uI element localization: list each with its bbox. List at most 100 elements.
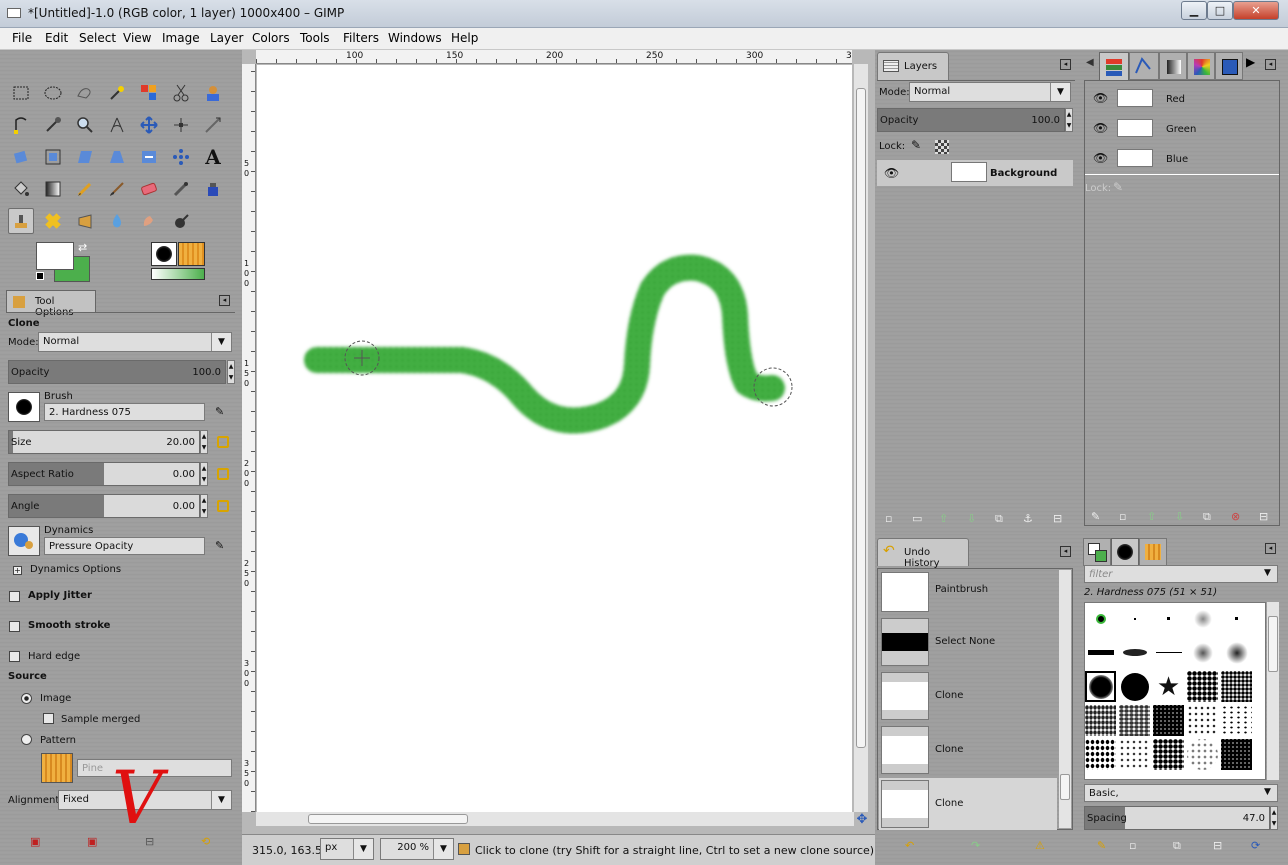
brush-cell[interactable] [1119,705,1150,736]
tab-scroll-right-icon[interactable]: ▶ [1246,55,1255,69]
chevron-down-icon[interactable]: ▼ [1264,568,1271,578]
menu-image[interactable]: Image [162,31,200,45]
sample-merged-checkbox[interactable] [43,713,54,724]
tab-layers-mini[interactable] [1099,52,1129,80]
dynamics-field[interactable]: Pressure Opacity [44,537,205,555]
brush-cell[interactable] [1221,705,1252,736]
new-channel-icon[interactable]: ▫ [1119,510,1126,523]
aspect-spinner[interactable]: ▲ ▼ [200,462,208,486]
color-picker-icon[interactable] [40,112,66,138]
lower-channel-icon[interactable]: ⇩ [1175,510,1184,523]
blend-icon[interactable] [40,176,66,202]
rotate-icon[interactable] [8,144,34,170]
pencil-icon[interactable] [72,176,98,202]
aspect-ratio-slider[interactable]: Aspect Ratio 0.00 [8,462,200,486]
menu-view[interactable]: View [123,31,151,45]
save-options-icon[interactable]: ▣ [30,835,40,848]
brush-grid-scrollbar[interactable] [1267,602,1279,780]
lock-alpha-icon[interactable] [935,140,949,154]
brush-cell-selected[interactable] [1085,671,1116,702]
tab-paths-mini[interactable] [1129,52,1159,80]
undo-item[interactable]: Clone [879,726,1057,776]
brush-cell[interactable] [1187,603,1218,634]
brush-cell[interactable] [1221,739,1252,770]
menu-filters[interactable]: Filters [343,31,379,45]
crop-icon[interactable] [200,112,226,138]
new-layer-icon[interactable]: ▫ [885,512,892,525]
active-pattern-icon[interactable] [178,242,205,266]
brush-cell[interactable] [1153,637,1184,668]
channel-row[interactable]: 👁 Red [1087,86,1277,112]
pattern-preview[interactable] [41,753,73,783]
duplicate-brush-icon[interactable]: ⧉ [1173,839,1181,853]
dodge-burn-icon[interactable] [168,208,194,234]
brush-cell[interactable] [1187,637,1218,668]
heal-icon[interactable] [40,208,66,234]
clone-icon[interactable] [8,208,34,234]
apply-jitter-checkbox[interactable] [9,591,20,602]
foreground-select-icon[interactable] [200,80,226,106]
new-brush-icon[interactable]: ▫ [1129,839,1136,852]
active-gradient-icon[interactable] [151,268,205,280]
layers-mode-select[interactable]: Normal ▼ [909,82,1071,102]
scissors-icon[interactable] [168,80,194,106]
raise-channel-icon[interactable]: ⇧ [1147,510,1156,523]
tab-fonts-mini[interactable] [1215,52,1243,80]
channel-row[interactable]: 👁 Green [1087,116,1277,142]
new-layer-group-icon[interactable]: ▭ [912,512,922,525]
menu-edit[interactable]: Edit [45,31,68,45]
menu-help[interactable]: Help [451,31,478,45]
duplicate-layer-icon[interactable]: ⧉ [995,512,1003,526]
vertical-scroll-thumb[interactable] [856,88,866,748]
edit-channel-icon[interactable]: ✎ [1091,510,1100,523]
layers-opacity-spinner[interactable]: ▲ ▼ [1065,108,1073,132]
edit-brush-icon[interactable]: ✎ [1097,839,1106,852]
channel-to-selection-icon[interactable]: ⊗ [1231,510,1240,523]
default-colors-icon[interactable] [36,272,44,280]
brush-cell[interactable] [1221,671,1252,702]
delete-brush-icon[interactable]: ⊟ [1213,839,1222,852]
paths-icon[interactable] [8,112,34,138]
brush-cell[interactable] [1153,603,1184,634]
tab-menu-icon[interactable]: ◂ [1060,59,1071,70]
layers-opacity-slider[interactable]: Opacity 100.0 [877,108,1065,132]
lower-layer-icon[interactable]: ⇩ [967,512,976,525]
edit-brush-icon[interactable]: ✎ [215,405,224,418]
navigate-icon[interactable]: ✥ [854,812,870,828]
brush-cell[interactable] [1153,739,1184,770]
reset-options-icon[interactable]: ⟲ [201,835,210,848]
free-select-icon[interactable] [72,80,98,106]
tab-brushes-mini[interactable] [1111,538,1139,566]
menu-colors[interactable]: Colors [252,31,290,45]
foreground-color-swatch[interactable] [36,242,74,270]
image-canvas[interactable] [257,65,852,812]
menu-windows[interactable]: Windows [388,31,442,45]
brush-cell[interactable] [1119,603,1150,634]
eraser-icon[interactable] [136,176,162,202]
restore-options-icon[interactable]: ▣ [87,835,97,848]
paintbrush-icon[interactable] [104,176,130,202]
horizontal-ruler[interactable]: 100 150 200 250 300 3 [256,50,852,64]
brush-cell[interactable] [1187,739,1218,770]
channel-row[interactable]: 👁 Blue [1087,146,1277,172]
brush-cell[interactable] [1085,705,1116,736]
maximize-button[interactable]: □ [1207,1,1233,20]
hard-edge-checkbox[interactable] [9,651,20,662]
brush-cell[interactable] [1085,603,1116,634]
airbrush-icon[interactable] [168,176,194,202]
brush-name-field[interactable]: 2. Hardness 075 [44,403,205,421]
horizontal-scrollbar[interactable] [256,812,854,826]
vertical-ruler[interactable]: 5 0 1 0 0 1 5 0 2 0 0 2 5 0 3 0 0 3 5 0 [242,64,256,812]
brush-cell[interactable] [1085,637,1116,668]
tab-scroll-left-icon[interactable]: ◀ [1086,57,1094,68]
undo-item[interactable]: Clone [879,672,1057,722]
angle-spinner[interactable]: ▲ ▼ [200,494,208,518]
angle-slider[interactable]: Angle 0.00 [8,494,200,518]
smudge-icon[interactable] [136,208,162,234]
aspect-reset-icon[interactable] [217,468,229,480]
brush-cell[interactable] [1221,603,1252,634]
bucket-fill-icon[interactable] [8,176,34,202]
menu-layer[interactable]: Layer [210,31,243,45]
brush-cell[interactable] [1119,637,1150,668]
undo-item[interactable]: Select None [879,618,1057,668]
